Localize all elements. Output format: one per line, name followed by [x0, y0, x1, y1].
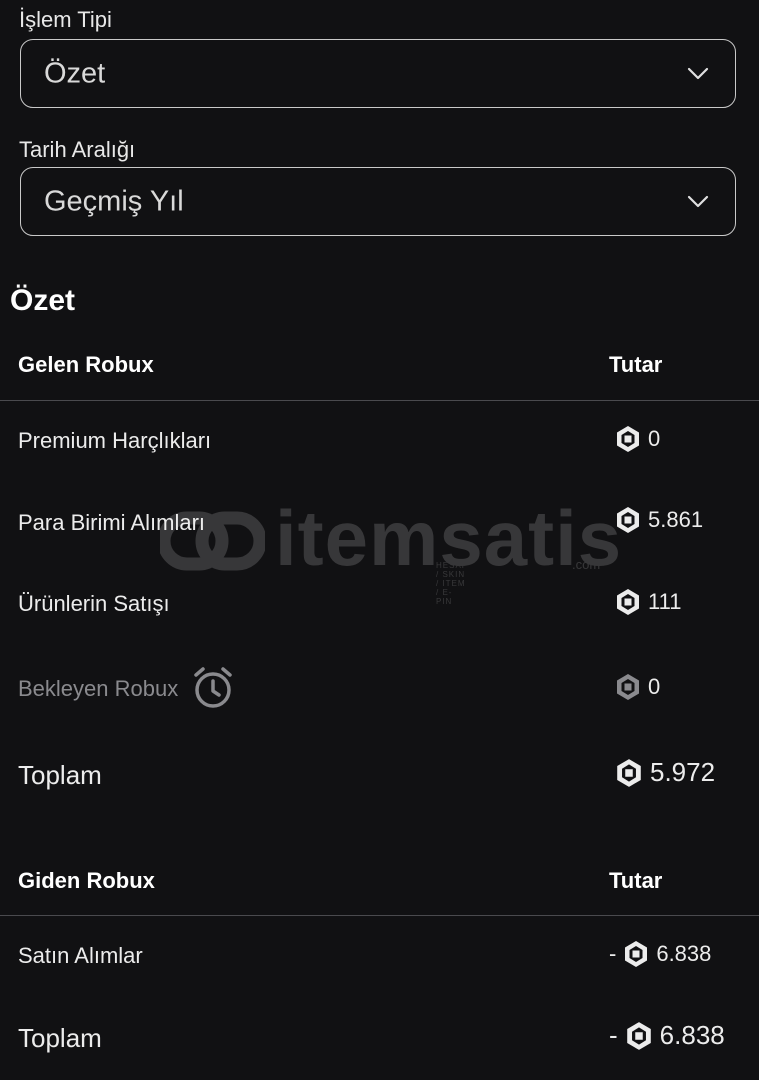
outgoing-header: Giden Robux [18, 868, 155, 893]
incoming-total-label: Toplam [18, 760, 102, 790]
watermark-subtext: HESAP / SKIN / ITEM / E-PIN [436, 561, 468, 606]
row-label-purchases: Satın Alımlar [18, 943, 143, 968]
amount-value: 5.972 [650, 757, 716, 787]
date-range-label: Tarih Aralığı [19, 137, 136, 162]
row-label-item-sales: Ürünlerin Satışı [18, 591, 170, 616]
chevron-down-icon [687, 195, 709, 207]
alarm-clock-icon[interactable] [192, 666, 234, 710]
outgoing-amount-header: Tutar [609, 868, 663, 893]
robux-icon [617, 507, 639, 533]
row-label-currency-purchases: Para Birimi Alımları [18, 510, 206, 535]
robux-icon [617, 674, 639, 700]
robux-icon [625, 941, 648, 967]
date-range-value: Geçmiş Yıl [44, 185, 184, 217]
incoming-divider [0, 400, 759, 401]
amount-value: 0 [648, 674, 661, 699]
incoming-total-amount: 5.972 [614, 757, 715, 788]
outgoing-total-amount: - 6.838 [609, 1020, 725, 1051]
watermark-suffix: .com [572, 557, 601, 572]
incoming-header: Gelen Robux [18, 352, 154, 377]
watermark-text: itemsatis [275, 494, 623, 582]
incoming-amount-header: Tutar [609, 352, 663, 377]
row-label-pending-robux: Bekleyen Robux [18, 676, 179, 701]
robux-icon [626, 1021, 651, 1050]
transaction-type-value: Özet [44, 57, 106, 89]
transaction-type-label: İşlem Tipi [19, 7, 112, 32]
row-amount-currency-purchases: 5.861 [614, 506, 703, 534]
transaction-type-select[interactable]: Özet [20, 39, 736, 108]
chevron-down-icon [687, 67, 709, 79]
date-range-select[interactable]: Geçmiş Yıl [20, 167, 736, 236]
amount-value: 5.861 [648, 507, 704, 532]
row-amount-item-sales: 111 [614, 588, 681, 616]
row-amount-premium: 0 [614, 425, 660, 453]
amount-value: 6.838 [656, 941, 712, 966]
summary-title: Özet [10, 284, 76, 317]
minus-sign: - [609, 1020, 618, 1050]
outgoing-total-label: Toplam [18, 1023, 102, 1053]
amount-value: 6.838 [659, 1020, 725, 1050]
robux-icon [617, 758, 641, 787]
amount-value: 0 [648, 426, 661, 451]
row-amount-purchases: - 6.838 [609, 940, 711, 968]
robux-icon [617, 589, 639, 615]
amount-value: 111 [648, 589, 682, 614]
row-label-premium: Premium Harçlıkları [18, 428, 212, 453]
robux-icon [617, 426, 639, 452]
outgoing-divider [0, 915, 759, 916]
row-amount-pending-robux: 0 [614, 673, 660, 701]
minus-sign: - [609, 941, 617, 966]
